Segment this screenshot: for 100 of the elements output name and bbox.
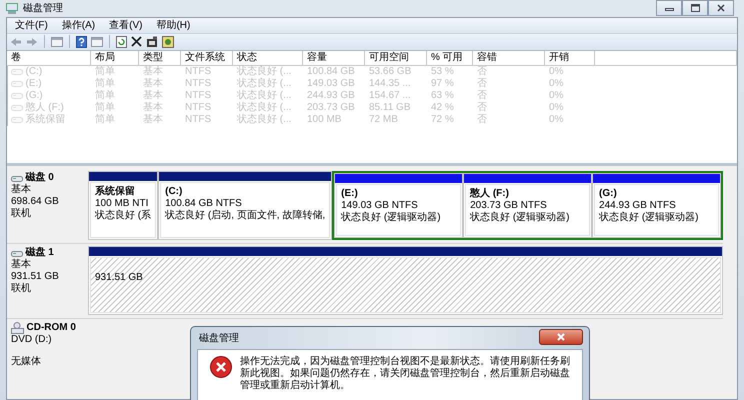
- error-message: 操作无法完成，因为磁盘管理控制台视图不是最新状态。请使用刷新任务刷新此视图。如果问题仍然存在，请关闭磁盘管理控制台，然后重新启动磁盘管理或重新启动计算机。: [240, 356, 571, 392]
- disk-info: 698.64 GB: [11, 196, 60, 208]
- drive-icon: [11, 103, 23, 112]
- partition-info: 100.84 GB NTFS: [165, 198, 243, 210]
- table-cell-text: 状态良好 (...: [236, 90, 292, 102]
- table-cell-text: 72 MB: [368, 114, 399, 126]
- table-cell-text: 53.66 GB: [368, 66, 412, 78]
- column-header[interactable]: 类型: [139, 50, 181, 65]
- table-cell-text: 状态良好 (...: [236, 102, 292, 114]
- column-header[interactable]: % 可用: [427, 50, 473, 65]
- close-button[interactable]: [708, 0, 734, 16]
- column-header[interactable]: 卷: [7, 50, 91, 65]
- table-cell-text: 简单: [94, 66, 116, 78]
- table-cell-text: 状态良好 (...: [236, 114, 292, 126]
- partition-title: (E:): [341, 188, 359, 200]
- table-cell-text: 63 %: [430, 90, 455, 102]
- partition-title: 系统保留: [95, 186, 136, 198]
- table-cell-text: 85.11 GB: [368, 102, 412, 114]
- disk-name: 磁盘 1: [26, 247, 54, 258]
- picture-icon[interactable]: [162, 36, 174, 48]
- table-cell-text: 否: [476, 114, 488, 126]
- table-cell-text: 状态良好 (...: [236, 66, 292, 78]
- table-cell-text: NTFS: [184, 114, 212, 126]
- table-cell-text: 基本: [142, 90, 164, 102]
- table-cell-text: 基本: [142, 114, 164, 126]
- table-cell-text: 100 MB: [306, 114, 342, 126]
- volume-name: (C:): [26, 66, 42, 78]
- column-header[interactable]: 状态: [233, 50, 303, 65]
- window-icon[interactable]: [51, 36, 63, 47]
- table-cell-text: 0%: [548, 90, 564, 102]
- table-cell-text: 0%: [548, 66, 564, 78]
- drive-icon: [11, 115, 23, 124]
- table-cell-text: 否: [476, 102, 488, 114]
- column-header[interactable]: 布局: [91, 50, 139, 65]
- table-cell-text: 基本: [142, 102, 164, 114]
- refresh-icon[interactable]: [116, 36, 127, 48]
- column-header[interactable]: 容错: [473, 50, 545, 65]
- delete-icon[interactable]: [131, 36, 142, 48]
- maximize-icon: [690, 4, 700, 12]
- table-cell-text: 简单: [94, 102, 116, 114]
- partition-title: (C:): [165, 186, 184, 198]
- table-cell-text: 97 %: [430, 78, 455, 90]
- column-header[interactable]: 容量: [303, 50, 365, 65]
- maximize-button[interactable]: [682, 0, 708, 16]
- disk-info: DVD (D:): [11, 334, 53, 346]
- table-cell-text: 72 %: [430, 114, 455, 126]
- table-cell-text: 否: [476, 78, 488, 90]
- partition-header-bar: [89, 172, 158, 181]
- disk-name: 磁盘 0: [26, 172, 54, 184]
- menu-item[interactable]: 操作(A): [62, 18, 96, 33]
- table-cell-text: 状态良好 (...: [236, 78, 292, 90]
- table-cell-text: NTFS: [184, 66, 212, 78]
- window-icon[interactable]: [91, 36, 103, 47]
- table-cell-text: 简单: [94, 90, 116, 102]
- minimize-button[interactable]: [656, 0, 682, 16]
- table-cell-text: 否: [476, 66, 488, 78]
- partition-title: 憨人 (F:): [470, 188, 510, 200]
- partition-info: 149.03 GB NTFS: [341, 200, 419, 212]
- window-title: 磁盘管理: [23, 2, 63, 16]
- close-icon: [557, 332, 565, 340]
- partition-info: 状态良好 (逻辑驱动器): [599, 212, 700, 224]
- partition-info: 100 MB NTI: [95, 198, 150, 210]
- table-cell-text: 否: [476, 90, 488, 102]
- disk-info: 联机: [11, 283, 32, 295]
- volume-name: (G:): [26, 90, 43, 102]
- app-icon: [6, 3, 18, 14]
- dialog-close-button[interactable]: [539, 328, 583, 344]
- table-cell-text: 0%: [548, 114, 564, 126]
- drive-icon: [11, 91, 23, 100]
- table-cell-text: 基本: [142, 78, 164, 90]
- table-cell-text: 简单: [94, 114, 116, 126]
- table-cell-text: NTFS: [184, 90, 212, 102]
- menu-item[interactable]: 文件(F): [15, 18, 48, 33]
- table-cell-text: 0%: [548, 102, 564, 114]
- table-cell-text: 149.03 GB: [306, 78, 356, 90]
- disk-info: 基本: [11, 259, 32, 271]
- table-cell-text: 144.35 ...: [368, 78, 412, 90]
- table-cell-text: 基本: [142, 66, 164, 78]
- table-cell-text: 简单: [94, 78, 116, 90]
- table-cell-text: NTFS: [184, 78, 212, 90]
- partition-info: 状态良好 (逻辑驱动器): [470, 212, 571, 224]
- drive-icon: [11, 67, 23, 76]
- disk-info: 无媒体: [11, 356, 42, 368]
- menu-item[interactable]: 查看(V): [109, 18, 142, 33]
- table-cell-text: 100.84 GB: [306, 66, 356, 78]
- partition-info: 状态良好 (逻辑驱动器): [341, 212, 442, 224]
- column-header[interactable]: 文件系统: [181, 50, 233, 65]
- table-cell-text: 244.93 GB: [306, 90, 356, 102]
- partition-info: 244.93 GB NTFS: [599, 200, 677, 212]
- column-header[interactable]: 可用空间: [365, 50, 427, 65]
- help-icon[interactable]: [76, 36, 87, 48]
- disk-info: 基本: [11, 184, 32, 196]
- table-cell-text: 53 %: [430, 66, 455, 78]
- volume-name: (E:): [26, 78, 42, 90]
- disk-info: 931.51 GB: [11, 271, 60, 282]
- table-cell-text: 42 %: [430, 102, 455, 114]
- menu-item[interactable]: 帮助(H): [156, 18, 190, 33]
- properties-icon[interactable]: [146, 36, 158, 48]
- disk-name: CD-ROM 0: [26, 322, 76, 334]
- column-header[interactable]: 开销: [545, 50, 595, 65]
